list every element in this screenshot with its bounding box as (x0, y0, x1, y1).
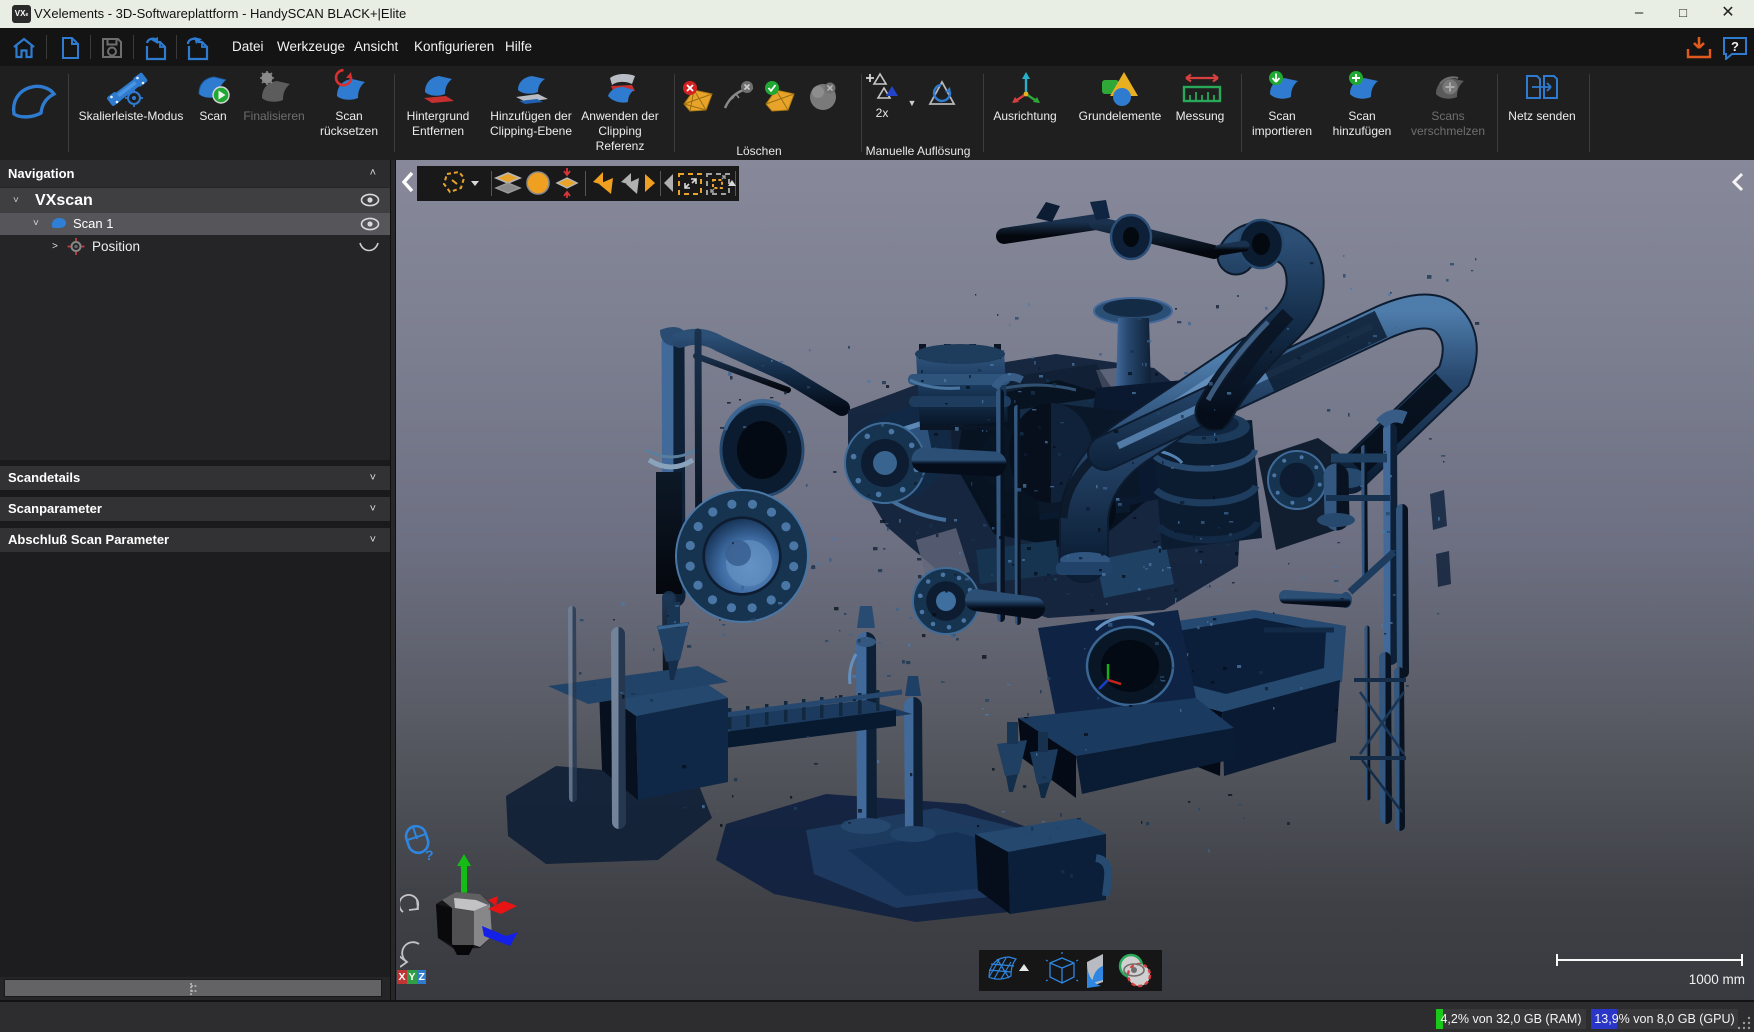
svg-text:?: ? (1731, 39, 1739, 54)
svg-text:1000 mm: 1000 mm (1689, 972, 1745, 987)
